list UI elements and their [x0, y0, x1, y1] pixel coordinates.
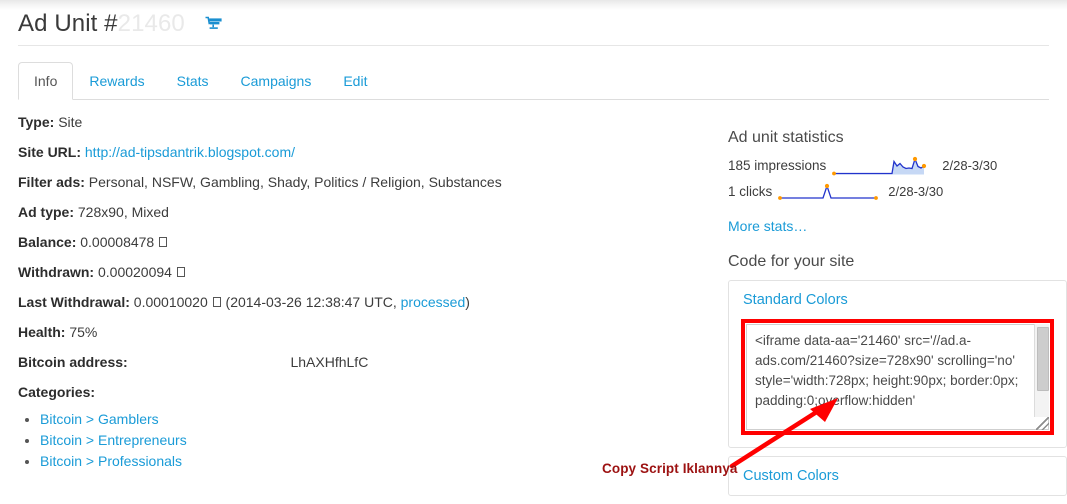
standard-colors-panel: Standard Colors <iframe data-aa='21460' … [728, 280, 1067, 448]
last-withdrawal-value: 0.00010020 [133, 294, 208, 310]
clicks-sparkline-chart [778, 183, 879, 200]
ad-unit-statistics-heading: Ad unit statistics [728, 129, 844, 146]
ad-type-label: Ad type: [18, 204, 74, 220]
detail-row-ad-type: Ad type: 728x90, Mixed [18, 203, 708, 221]
custom-colors-panel: Custom Colors [728, 456, 1067, 496]
site-url-label: Site URL: [18, 144, 81, 160]
tab-info[interactable]: Info [18, 62, 74, 100]
annotation-caption: Copy Script Iklannya [602, 461, 738, 476]
list-item[interactable]: Bitcoin > Gamblers [40, 409, 708, 429]
bitcoin-currency-glyph [176, 267, 185, 277]
detail-row-withdrawn: Withdrawn: 0.00020094 [18, 263, 708, 281]
last-withdrawal-date: (2014-03-26 12:38:47 UTC, [225, 294, 397, 310]
categories-label: Categories: [18, 383, 708, 401]
health-label: Health: [18, 324, 66, 340]
filter-ads-label: Filter ads: [18, 174, 85, 190]
tab-rewards[interactable]: Rewards [73, 62, 160, 100]
bitcoin-address-value: LhAXHfhLfC [290, 354, 369, 370]
tab-bar: Info Rewards Stats Campaigns Edit [18, 62, 1049, 100]
detail-row-filter-ads: Filter ads: Personal, NSFW, Gambling, Sh… [18, 173, 708, 191]
balance-label: Balance: [18, 234, 77, 250]
filter-ads-value: Personal, NSFW, Gambling, Shady, Politic… [88, 174, 502, 190]
impressions-sparkline-chart [832, 156, 927, 176]
sidebar: Ad unit statistics 185 impressions 2/28-… [728, 128, 1067, 504]
clicks-stat-row: 1 clicks 2/28-3/30 [728, 182, 1067, 202]
page-title: Ad Unit #21460 [18, 10, 185, 38]
standard-colors-body: <iframe data-aa='21460' src='//ad.a-ads.… [729, 319, 1066, 447]
last-withdrawal-status-link[interactable]: processed [401, 294, 466, 310]
page-title-number-redacted: 21460 [117, 9, 185, 37]
textarea-resize-handle[interactable] [1036, 417, 1049, 430]
list-item[interactable]: Bitcoin > Entrepreneurs [40, 430, 708, 450]
bitcoin-address-label: Bitcoin address: [18, 354, 128, 370]
tab-campaigns[interactable]: Campaigns [225, 62, 328, 100]
tab-stats[interactable]: Stats [161, 62, 225, 100]
categories-label-text: Categories: [18, 384, 96, 400]
textarea-scrollbar-thumb[interactable] [1037, 327, 1049, 391]
impressions-count-label: 185 impressions [728, 158, 827, 173]
header-divider [18, 45, 1049, 46]
detail-row-type: Type: Site [18, 113, 708, 131]
detail-row-balance: Balance: 0.00008478 [18, 233, 708, 251]
detail-row-site-url: Site URL: http://ad-tipsdantrik.blogspot… [18, 143, 708, 161]
bitcoin-currency-glyph [159, 237, 168, 247]
annotation-highlight-box: <iframe data-aa='21460' src='//ad.a-ads.… [741, 319, 1054, 435]
site-url-link[interactable]: http://ad-tipsdantrik.blogspot.com/ [85, 144, 295, 160]
clicks-count-label: 1 clicks [728, 184, 773, 199]
page-title-prefix: Ad Unit # [18, 9, 118, 37]
type-value: Site [58, 114, 83, 130]
impressions-date-range: 2/28-3/30 [942, 158, 998, 173]
detail-row-last-withdrawal: Last Withdrawal: 0.00010020 (2014-03-26 … [18, 293, 708, 311]
last-withdrawal-label: Last Withdrawal: [18, 294, 130, 310]
ad-unit-details: Type: Site Site URL: http://ad-tipsdantr… [18, 113, 708, 472]
more-stats-link[interactable]: More stats… [728, 218, 807, 234]
custom-colors-toggle[interactable]: Custom Colors [729, 457, 1066, 495]
ad-type-value: 728x90, Mixed [77, 204, 169, 220]
clicks-date-range: 2/28-3/30 [888, 184, 944, 199]
textarea-scrollbar[interactable] [1034, 324, 1049, 417]
balance-value: 0.00008478 [80, 234, 155, 250]
health-value: 75% [69, 324, 98, 340]
detail-row-bitcoin-address: Bitcoin address: LhAXHfhLfC [18, 353, 708, 371]
ad-code-textarea[interactable]: <iframe data-aa='21460' src='//ad.a-ads.… [746, 324, 1049, 430]
tab-edit[interactable]: Edit [327, 62, 383, 100]
type-label: Type: [18, 114, 55, 130]
shopping-cart-icon[interactable] [205, 16, 223, 32]
withdrawn-label: Withdrawn: [18, 264, 95, 280]
detail-row-health: Health: 75% [18, 323, 708, 341]
bitcoin-currency-glyph [212, 297, 221, 307]
standard-colors-toggle[interactable]: Standard Colors [729, 281, 1066, 319]
page-header: Ad Unit #21460 [18, 2, 1049, 45]
impressions-stat-row: 185 impressions 2/28-3/30 [728, 156, 1067, 176]
code-for-your-site-heading: Code for your site [728, 253, 855, 270]
withdrawn-value: 0.00020094 [97, 264, 172, 280]
category-link[interactable]: Bitcoin > Gamblers [40, 411, 159, 427]
category-link[interactable]: Bitcoin > Professionals [40, 453, 182, 469]
last-withdrawal-close-paren: ) [465, 294, 470, 310]
category-link[interactable]: Bitcoin > Entrepreneurs [40, 432, 187, 448]
